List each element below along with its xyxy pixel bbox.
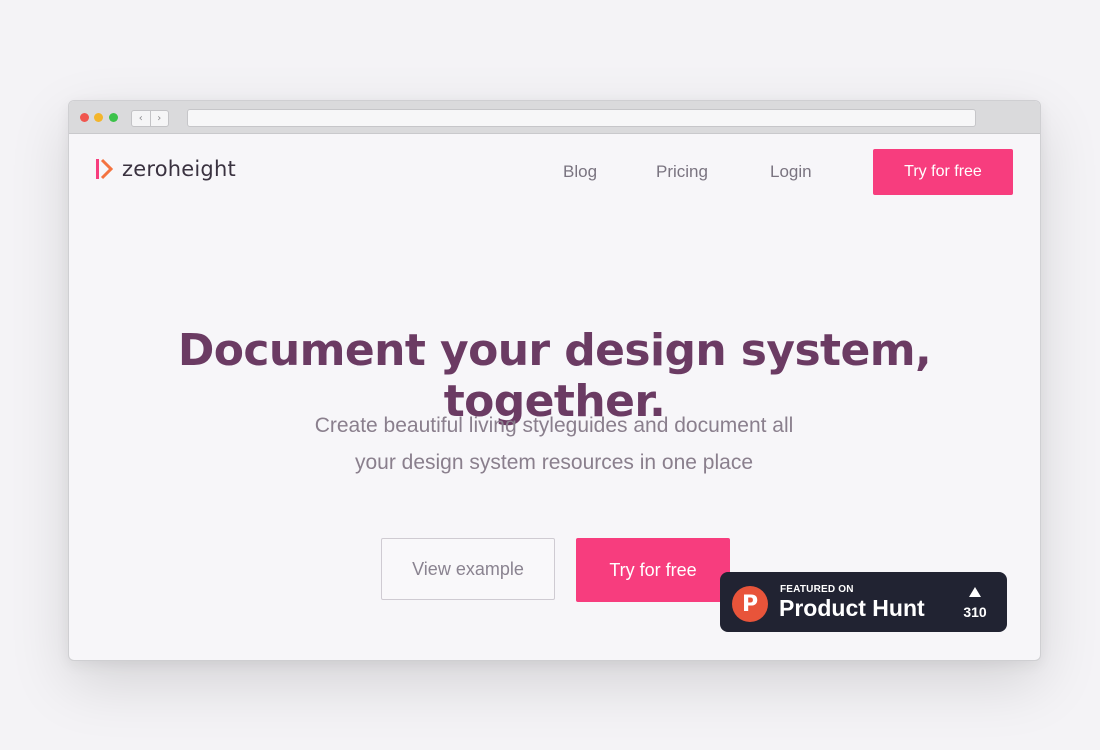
browser-window: ‹ › zeroheight Blog Pricing Login Try fo… [68, 100, 1041, 661]
nav-link-login[interactable]: Login [770, 162, 812, 182]
zeroheight-logo-icon [96, 158, 113, 180]
nav-try-for-free-button[interactable]: Try for free [873, 149, 1013, 195]
brand-name: zeroheight [122, 157, 236, 181]
product-hunt-featured-label: FEATURED ON [780, 584, 854, 595]
hero-try-for-free-button[interactable]: Try for free [576, 538, 730, 602]
nav-link-blog[interactable]: Blog [563, 162, 597, 182]
minimize-window-button[interactable] [94, 113, 103, 122]
maximize-window-button[interactable] [109, 113, 118, 122]
product-hunt-logo-icon: P [732, 586, 768, 622]
brand-logo[interactable]: zeroheight [95, 157, 236, 181]
upvote-arrow-icon [969, 587, 981, 597]
browser-toolbar: ‹ › [69, 101, 1040, 134]
product-hunt-badge[interactable]: P FEATURED ON Product Hunt 310 [720, 572, 1007, 632]
address-bar[interactable] [187, 109, 976, 127]
hero-subtitle: Create beautiful living styleguides and … [314, 414, 794, 474]
back-button[interactable]: ‹ [132, 111, 151, 126]
upvote-count: 310 [963, 604, 987, 620]
history-buttons: ‹ › [131, 110, 169, 127]
close-window-button[interactable] [80, 113, 89, 122]
nav-link-pricing[interactable]: Pricing [656, 162, 708, 182]
product-hunt-name: Product Hunt [779, 595, 925, 621]
forward-button[interactable]: › [151, 111, 169, 126]
view-example-button[interactable]: View example [381, 538, 555, 600]
